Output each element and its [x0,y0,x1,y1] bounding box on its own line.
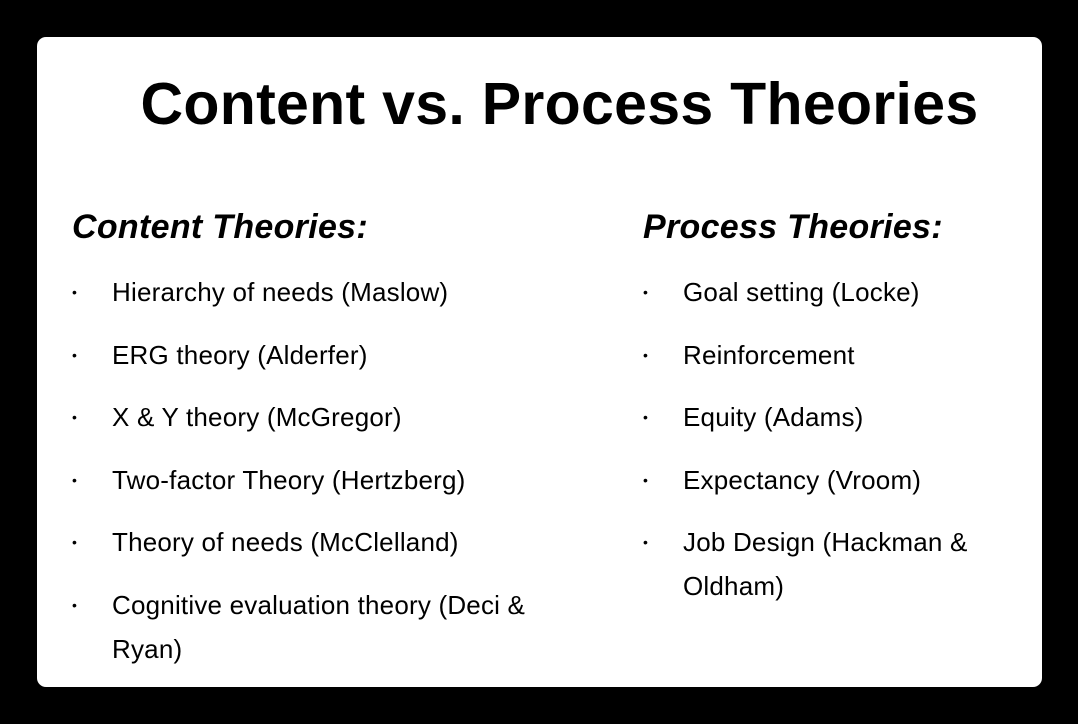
slide-title: Content vs. Process Theories [140,71,979,137]
list-item: • Cognitive evaluation theory (Deci & Ry… [72,583,602,671]
bullet-icon: • [643,409,649,425]
list-item-text: Hierarchy of needs (Maslow) [112,277,449,307]
list-item: • ERG theory (Alderfer) [72,333,602,377]
content-theories-list: • Hierarchy of needs (Maslow) • ERG theo… [72,270,602,671]
list-item-text: Equity (Adams) [683,402,864,432]
bullet-icon: • [72,409,78,425]
list-item-text: Two-factor Theory (Hertzberg) [112,464,466,495]
process-theories-column: Process Theories: • Goal setting (Locke)… [643,207,1038,627]
bullet-icon: • [72,284,78,300]
content-theories-heading: Content Theories: [72,208,368,246]
list-item-text: Expectancy (Vroom) [683,464,922,495]
bullet-icon: • [643,284,649,300]
list-item-text: Goal setting (Locke) [683,277,920,307]
process-theories-list: • Goal setting (Locke) • Reinforcement •… [643,270,1038,608]
list-item-text: Theory of needs (McClelland) [112,527,459,557]
content-theories-column: Content Theories: • Hierarchy of needs (… [72,207,602,689]
list-item-text: ERG theory (Alderfer) [112,339,368,370]
bullet-icon: • [72,346,78,363]
list-item: • Expectancy (Vroom) [643,458,1038,502]
bullet-icon: • [72,534,78,550]
bullet-icon: • [72,596,78,613]
list-item-text: Cognitive evaluation theory (Deci & Ryan… [112,589,526,664]
list-item: • Equity (Adams) [643,395,1038,439]
process-theories-heading: Process Theories: [643,208,943,246]
list-item: • Two-factor Theory (Hertzberg) [72,458,602,502]
list-item-text: Reinforcement [683,339,855,370]
list-item: • Hierarchy of needs (Maslow) [72,270,602,314]
bullet-icon: • [72,471,78,488]
list-item: • Reinforcement [643,333,1038,377]
bullet-icon: • [643,534,649,550]
slide: Content vs. Process Theories Content The… [37,37,1042,687]
bullet-icon: • [643,346,649,363]
list-item: • Theory of needs (McClelland) [72,520,602,564]
bullet-icon: • [643,471,649,488]
list-item-text: Job Design (Hackman & Oldham) [683,527,968,601]
list-item: • X & Y theory (McGregor) [72,395,602,439]
list-item: • Goal setting (Locke) [643,270,1038,314]
list-item: • Job Design (Hackman & Oldham) [643,520,1038,608]
list-item-text: X & Y theory (McGregor) [112,402,402,432]
